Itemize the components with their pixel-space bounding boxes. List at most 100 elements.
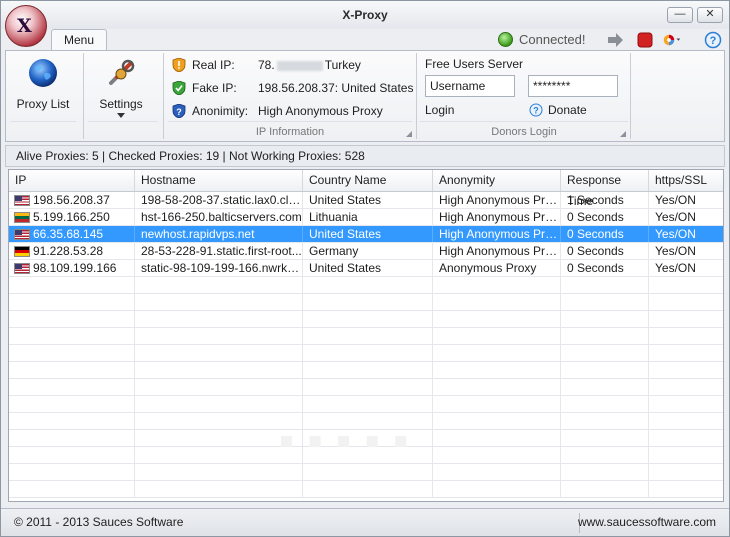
connection-status-icon [498,32,513,47]
table-row[interactable]: 91.228.53.28 28-53-228-91.static.first-ro… [9,243,723,260]
cell-hostname: hst-166-250.balticservers.com [135,209,303,225]
ribbon-panel: Proxy List Settings Real IP: 78. Turkey … [5,50,725,142]
empty-row [9,481,723,498]
website-link[interactable]: www.saucessoftware.com [578,515,716,529]
password-field[interactable]: ******** [528,75,618,97]
username-field[interactable]: Username [425,75,515,97]
help-icon[interactable]: ? [704,31,722,49]
real-ip-value: 78. Turkey [258,57,361,73]
cell-anonymity: Anonymous Proxy [433,260,561,276]
cell-anonymity: High Anonymous Proxy [433,209,561,225]
empty-row [9,396,723,413]
cell-anonymity: High Anonymous Proxy [433,243,561,259]
connection-status-text: Connected! [519,32,586,47]
title-bar: X-Proxy — ✕ [1,1,729,29]
proxy-list-button[interactable]: Proxy List [12,55,74,125]
flag-de-icon [14,246,30,257]
tab-menu[interactable]: Menu [51,29,107,51]
shield-question-icon: ? [172,104,186,118]
cell-country: United States [303,192,433,208]
svg-text:?: ? [533,106,539,116]
settings-label: Settings [99,97,143,111]
fake-ip-row: Fake IP: 198.56.208.37: United States [172,80,414,96]
status-footer: © 2011 - 2013 Sauces Software www.sauces… [1,508,729,536]
column-header-country[interactable]: Country Name [303,170,433,191]
proxy-list-label: Proxy List [16,97,70,111]
real-ip-row: Real IP: 78. Turkey [172,57,412,73]
empty-row [9,362,723,379]
table-row[interactable]: 66.35.68.145 newhost.rapidvps.net United S… [9,226,723,243]
app-menu-orb-icon[interactable]: X [5,5,47,47]
empty-row [9,277,723,294]
cell-country: United States [303,226,433,242]
chevron-down-icon [117,113,125,118]
proxy-table: IP Hostname Country Name Anonymity Respo… [8,169,724,502]
svg-text:?: ? [176,107,182,117]
login-button[interactable]: Login [425,103,454,117]
flag-us-icon [14,263,30,274]
window-title: X-Proxy [342,8,388,22]
table-row[interactable]: 5.199.166.250 hst-166-250.balticservers.c… [9,209,723,226]
cell-response-time: 0 Seconds [561,226,649,242]
column-header-anonymity[interactable]: Anonymity [433,170,561,191]
cell-response-time: 0 Seconds [561,260,649,276]
table-row[interactable]: 98.109.199.166 static-98-109-199-166.nwrk… [9,260,723,277]
cell-country: Lithuania [303,209,433,225]
empty-row [9,294,723,311]
shield-warning-icon [172,58,186,72]
cell-ssl: Yes/ON [655,244,696,258]
flag-us-icon [14,229,30,240]
cell-ssl: Yes/ON [655,227,696,241]
cell-anonymity: High Anonymous Proxy [433,192,561,208]
copyright-text: © 2011 - 2013 Sauces Software [14,515,184,529]
cell-response-time: 0 Seconds [561,209,649,225]
arrow-right-icon[interactable] [606,31,624,49]
table-row[interactable]: 198.56.208.37 198-58-208-37.static.lax0.c… [9,192,723,209]
fake-ip-label: Fake IP: [192,81,237,95]
ip-information-group-label: IP Information [255,126,325,138]
group-launcher-icon[interactable] [620,131,626,137]
free-users-server-label: Free Users Server [425,57,524,71]
tools-icon [109,59,135,85]
cell-hostname: 198-58-208-37.static.lax0.clo... [135,192,303,208]
watermark: ▪ ▪ ▪ ▪ ▪ [279,428,412,453]
cell-hostname: 28-53-228-91.static.first-root... [135,243,303,259]
donors-login-group-label: Donors Login [491,126,557,138]
close-button[interactable]: ✕ [697,7,723,23]
empty-row [9,464,723,481]
globe-icon [29,59,57,87]
column-header-hostname[interactable]: Hostname [135,170,303,191]
empty-row [9,345,723,362]
theme-color-icon[interactable] [663,31,681,49]
cell-anonymity: High Anonymous Proxy [433,226,561,242]
column-header-ssl[interactable]: https/SSL [649,170,723,191]
cell-response-time: 0 Seconds [561,243,649,259]
cell-ssl: Yes/ON [655,261,696,275]
stop-icon[interactable] [636,31,654,49]
cell-country: United States [303,260,433,276]
cell-ssl: Yes/ON [655,193,696,207]
flag-us-icon [14,195,30,206]
help-circle-icon: ? [529,103,543,117]
group-launcher-icon[interactable] [406,131,412,137]
redacted-ip [276,60,323,71]
column-header-ip[interactable]: IP [9,170,135,191]
minimize-button[interactable]: — [667,7,693,23]
proxy-stats-bar: Alive Proxies: 5 | Checked Proxies: 19 |… [5,145,725,167]
cell-hostname: static-98-109-199-166.nwrknj... [135,260,303,276]
empty-row [9,379,723,396]
real-ip-prefix: 78. [258,58,275,72]
empty-row [9,328,723,345]
cell-country: Germany [303,243,433,259]
fake-ip-value: 198.56.208.37: United States [258,81,414,95]
empty-row [9,311,723,328]
anonimity-value: High Anonymous Proxy [258,104,383,118]
flag-lt-icon [14,212,30,223]
anonimity-row: ? Anonimity: High Anonymous Proxy [172,103,412,119]
cell-response-time: 1 Seconds [561,192,649,208]
settings-button[interactable]: Settings [92,55,150,125]
shield-check-icon [172,81,186,95]
donate-button[interactable]: Donate [548,103,587,117]
column-header-response-time[interactable]: Response Time [561,170,649,208]
app-window: X-Proxy — ✕ X Menu Connected! ? Proxy Li… [0,0,730,537]
